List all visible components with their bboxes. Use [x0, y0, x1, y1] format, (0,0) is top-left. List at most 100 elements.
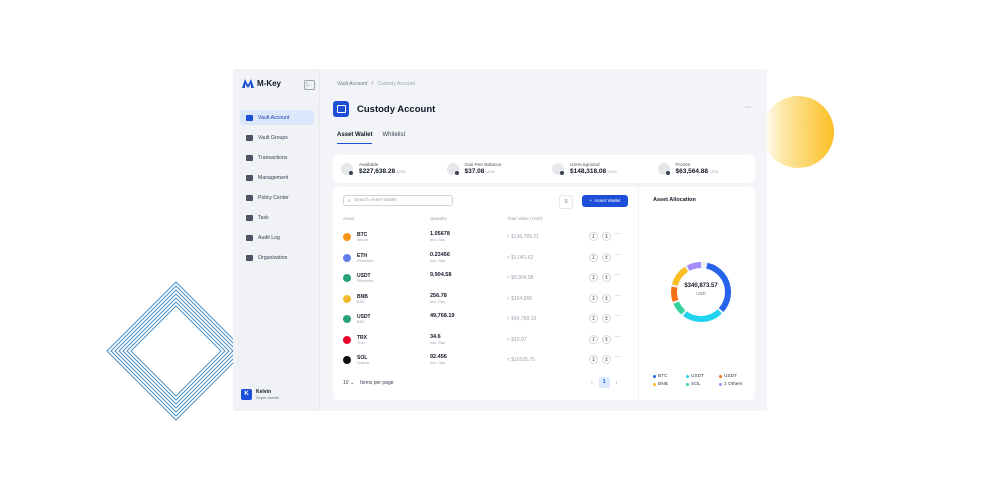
gas-icon — [446, 163, 459, 175]
table-row[interactable]: USDT BSC 49,768.19 ≈ $49,768.19 ↧ ↥ ··· — [343, 310, 633, 331]
asset-quantity: 92.456 — [430, 354, 447, 360]
asset-network: BSC — [357, 299, 365, 304]
audit-icon — [246, 234, 253, 241]
sidebar-item-label: Policy Center — [258, 194, 289, 201]
sidebar: M-Key |← Vault Account Vault Groups Tran… — [233, 69, 320, 411]
sidebar-collapse-icon[interactable]: |← — [304, 80, 315, 90]
quantity-note: Incl. Gas — [430, 340, 445, 345]
search-placeholder: Search Asset Wallet — [353, 198, 397, 203]
asset-total: ≈ $49,768.19 — [507, 316, 537, 322]
sidebar-item-management[interactable]: Management — [240, 170, 314, 185]
row-more-icon[interactable]: ··· — [615, 313, 621, 319]
sidebar-item-label: Vault Account — [258, 114, 290, 121]
search-input[interactable]: ⌕ Search Asset Wallet — [343, 195, 453, 206]
app-window: M-Key |← Vault Account Vault Groups Tran… — [233, 69, 767, 411]
deposit-icon[interactable]: ↧ — [589, 232, 598, 241]
sidebar-item-audit-log[interactable]: Audit Log — [240, 230, 314, 245]
prev-page-icon[interactable]: ‹ — [591, 380, 593, 386]
asset-wallet-card: ⌕ Search Asset Wallet ≡ + Asset Wallet A… — [333, 187, 755, 400]
summary-value: $227,638.28 USD — [359, 168, 406, 175]
breadcrumb-separator: / — [371, 81, 373, 87]
bnb-coin-icon — [343, 294, 351, 303]
sidebar-item-transactions[interactable]: Transactions — [240, 150, 314, 165]
asset-network: Solana — [357, 361, 369, 365]
asset-network: Tron — [357, 340, 365, 345]
legend-label: BTC — [658, 374, 668, 379]
summary-amount: $63,564.88 — [675, 168, 709, 175]
row-more-icon[interactable]: ··· — [615, 354, 621, 360]
sidebar-item-label: Task — [258, 214, 269, 221]
deposit-icon[interactable]: ↧ — [589, 273, 598, 282]
summary-value: $148,318.08 USD — [570, 168, 617, 175]
tab-whitelist[interactable]: Whitelist — [382, 132, 405, 144]
user-profile[interactable]: K Kelvin Super Admin — [241, 389, 279, 400]
asset-network: Ethereum — [357, 279, 374, 283]
table-row[interactable]: USDT Ethereum 9,904.58 ≈ $9,904.58 ↧ ↥ ·… — [343, 269, 633, 290]
page-title: Custody Account — [357, 103, 436, 115]
withdraw-icon[interactable]: ↥ — [602, 355, 611, 364]
page-size-control: 10 ⌄ Items per page — [343, 380, 394, 386]
breadcrumb-root[interactable]: Vault Account — [337, 81, 367, 87]
quantity-note: Incl. Gas — [430, 238, 445, 242]
row-more-icon[interactable]: ··· — [615, 272, 621, 278]
brand-logo[interactable]: M-Key — [242, 79, 281, 88]
wallet-icon — [341, 163, 353, 175]
filter-icon[interactable]: ≡ — [559, 195, 573, 209]
sidebar-nav: Vault Account Vault Groups Transactions … — [240, 110, 314, 270]
tab-asset-wallet[interactable]: Asset Wallet — [337, 132, 373, 144]
table-row[interactable]: SOL Solana 92.456 Incl. Gas ≈ $10105.75 … — [343, 351, 633, 372]
deposit-icon[interactable]: ↧ — [589, 293, 598, 303]
withdraw-icon[interactable]: ↥ — [602, 293, 611, 303]
asset-quantity: 34.6 — [430, 333, 441, 340]
main-content: Vault Account / Custody Account Custody … — [329, 69, 759, 411]
asset-total: ≈ $130,789.21 — [507, 234, 539, 240]
withdraw-icon[interactable]: ↥ — [602, 232, 611, 241]
table-row[interactable]: BTC Bitcoin 1.05678 Incl. Gas ≈ $130,789… — [343, 228, 633, 249]
withdraw-icon[interactable]: ↥ — [602, 334, 611, 344]
page-header: Custody Account — [333, 101, 435, 117]
sidebar-item-vault-groups[interactable]: Vault Groups — [240, 130, 314, 145]
more-options-icon[interactable]: ··· — [745, 104, 752, 111]
next-page-icon[interactable]: › — [616, 380, 618, 386]
trx-coin-icon — [343, 335, 351, 344]
page-number-current[interactable]: 1 — [598, 377, 610, 388]
sidebar-item-vault-account[interactable]: Vault Account — [240, 110, 314, 125]
vault-icon — [333, 101, 349, 117]
asset-total: ≈ $10.07 — [507, 336, 527, 343]
summary-unit: USD — [710, 169, 719, 174]
sidebar-item-label: Organization — [258, 254, 288, 261]
groups-icon — [246, 134, 253, 141]
summary-amount: $148,318.08 — [570, 168, 607, 175]
table-row[interactable]: BNB BSC 256.78 Incl. Gas ≈ $154,068 ↧ ↥ … — [343, 290, 633, 311]
deposit-icon[interactable]: ↧ — [589, 252, 598, 262]
table-row[interactable]: ETH Ethereum 0.23456 Incl. Gas ≈ $1,041.… — [343, 249, 633, 270]
row-more-icon[interactable]: ··· — [615, 334, 621, 340]
tab-bar: Asset Wallet Whitelist — [337, 132, 405, 144]
table-row[interactable]: TRX Tron 34.6 Incl. Gas ≈ $10.07 ↧ ↥ ··· — [343, 331, 633, 352]
withdraw-icon[interactable]: ↥ — [602, 314, 611, 323]
add-asset-wallet-button[interactable]: + Asset Wallet — [582, 195, 628, 207]
summary-gas-fee: Gas Fee Balance $37.08 USD — [439, 155, 545, 183]
asset-quantity: 49,768.19 — [430, 313, 455, 319]
legend-item: USDT — [686, 374, 719, 379]
row-more-icon[interactable]: ··· — [615, 293, 621, 299]
deposit-icon[interactable]: ↧ — [589, 355, 598, 364]
legend-item: SOL — [686, 382, 719, 387]
withdraw-icon[interactable]: ↥ — [602, 252, 611, 262]
task-icon — [246, 214, 253, 221]
page-size-select[interactable]: 10 ⌄ — [343, 380, 354, 386]
sidebar-item-organization[interactable]: Organization — [240, 250, 314, 265]
deposit-icon[interactable]: ↧ — [589, 314, 598, 323]
sidebar-item-policy-center[interactable]: Policy Center — [240, 190, 314, 205]
row-more-icon[interactable]: ··· — [615, 231, 621, 237]
legend-label: USDT — [724, 374, 738, 379]
column-header-quantity: Quantity — [430, 216, 447, 221]
row-more-icon[interactable]: ··· — [615, 252, 621, 258]
eth-coin-icon — [343, 253, 351, 262]
allocation-legend: BTC USDT USDT BNB SOL 2 Others — [653, 374, 753, 387]
withdraw-icon[interactable]: ↥ — [602, 273, 611, 282]
asset-total: ≈ $10105.75 — [507, 357, 535, 363]
sidebar-item-task[interactable]: Task — [240, 210, 314, 225]
summary-amount: $37.08 — [464, 168, 485, 175]
deposit-icon[interactable]: ↧ — [589, 334, 598, 344]
